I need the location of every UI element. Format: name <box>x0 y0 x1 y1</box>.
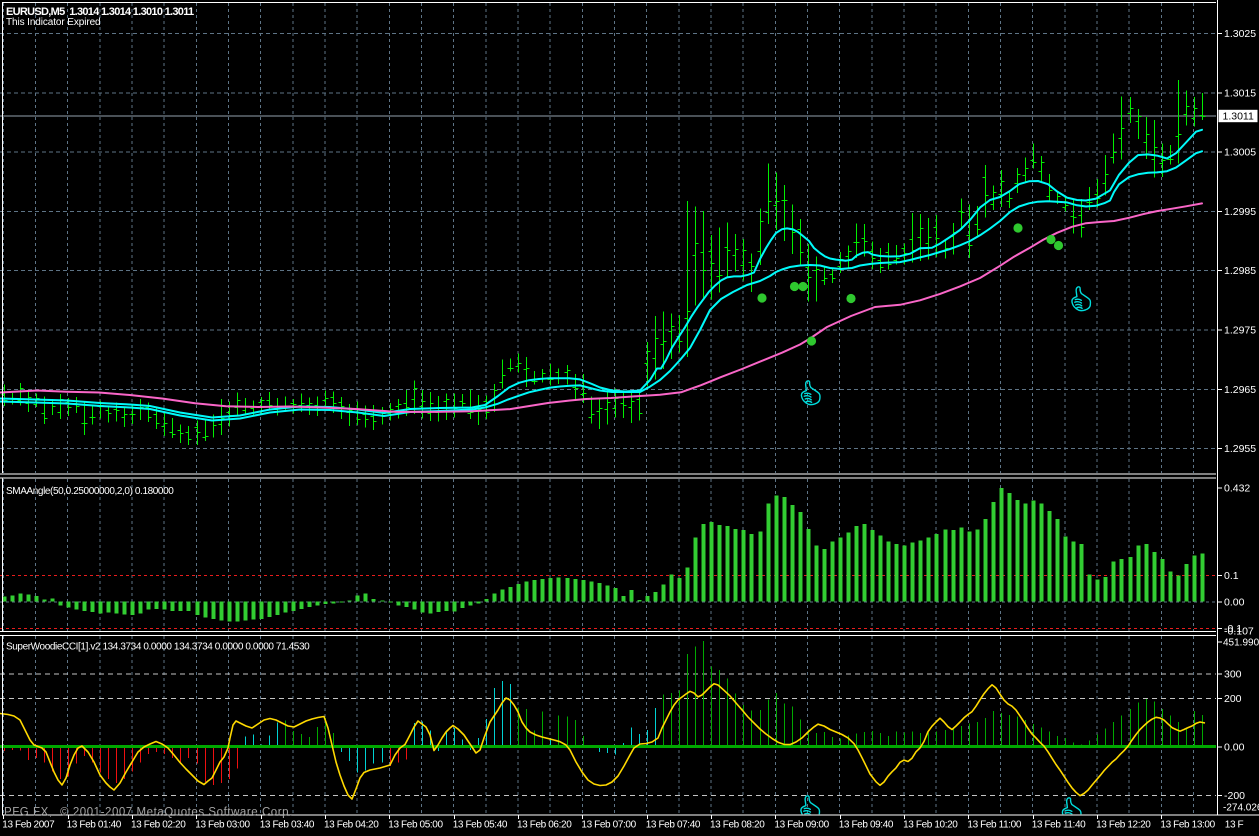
svg-text:-274.0264: -274.0264 <box>1223 803 1259 814</box>
svg-text:13 Feb 07:40: 13 Feb 07:40 <box>646 820 701 831</box>
svg-text:451.9901: 451.9901 <box>1223 638 1259 649</box>
svg-text:300: 300 <box>1224 669 1242 681</box>
svg-text:0.00: 0.00 <box>1224 741 1245 753</box>
svg-text:13 Feb 02:20: 13 Feb 02:20 <box>131 820 186 831</box>
svg-text:-200: -200 <box>1224 790 1245 802</box>
svg-text:1.2975: 1.2975 <box>1224 325 1256 337</box>
svg-text:0.00: 0.00 <box>1224 597 1245 609</box>
svg-text:This Indicator Expired: This Indicator Expired <box>6 17 101 28</box>
svg-text:1.2985: 1.2985 <box>1224 265 1256 277</box>
svg-text:13 Feb 04:20: 13 Feb 04:20 <box>324 820 379 831</box>
svg-text:13 Feb 09:00: 13 Feb 09:00 <box>774 820 829 831</box>
svg-text:13 F: 13 F <box>1225 820 1244 831</box>
svg-text:13 Feb 05:40: 13 Feb 05:40 <box>453 820 508 831</box>
svg-text:13 Feb 2007: 13 Feb 2007 <box>2 820 55 831</box>
svg-text:13 Feb 05:00: 13 Feb 05:00 <box>388 820 443 831</box>
svg-text:13 Feb 11:40: 13 Feb 11:40 <box>1032 820 1086 831</box>
svg-text:0.432: 0.432 <box>1224 483 1250 495</box>
svg-text:13 Feb 08:20: 13 Feb 08:20 <box>710 820 765 831</box>
svg-text:13 Feb 13:00: 13 Feb 13:00 <box>1160 820 1215 831</box>
svg-text:SuperWoodieCCI[1].v2 134.3734: SuperWoodieCCI[1].v2 134.3734 0.0000 134… <box>6 642 310 653</box>
svg-text:1.2955: 1.2955 <box>1224 443 1256 455</box>
svg-text:13 Feb 03:40: 13 Feb 03:40 <box>260 820 315 831</box>
svg-text:PFG FX, © 2001-2007 MetaQuote: PFG FX, © 2001-2007 MetaQuotes Software … <box>4 807 293 819</box>
svg-text:1.2995: 1.2995 <box>1224 206 1256 218</box>
svg-text:13 Feb 07:00: 13 Feb 07:00 <box>581 820 636 831</box>
svg-text:1.3025: 1.3025 <box>1224 28 1256 40</box>
svg-text:13 Feb 06:20: 13 Feb 06:20 <box>517 820 572 831</box>
svg-text:13 Feb 10:20: 13 Feb 10:20 <box>903 820 958 831</box>
svg-text:13 Feb 12:20: 13 Feb 12:20 <box>1096 820 1151 831</box>
svg-text:1.2965: 1.2965 <box>1224 384 1256 396</box>
svg-text:13 Feb 09:40: 13 Feb 09:40 <box>839 820 894 831</box>
svg-text:13 Feb 03:00: 13 Feb 03:00 <box>195 820 250 831</box>
svg-text:200: 200 <box>1224 693 1242 705</box>
svg-text:1.3005: 1.3005 <box>1224 147 1256 159</box>
svg-text:1.3015: 1.3015 <box>1224 87 1256 99</box>
svg-text:13 Feb 01:40: 13 Feb 01:40 <box>67 820 122 831</box>
svg-text:1.3011: 1.3011 <box>1223 111 1254 123</box>
svg-text:SMAAngle(50,0.25000000,2,0) 0.: SMAAngle(50,0.25000000,2,0) 0.180000 <box>6 486 174 497</box>
svg-text:-0.107: -0.107 <box>1224 626 1254 638</box>
svg-text:13 Feb 11:00: 13 Feb 11:00 <box>967 820 1021 831</box>
svg-text:0.1: 0.1 <box>1224 570 1239 582</box>
